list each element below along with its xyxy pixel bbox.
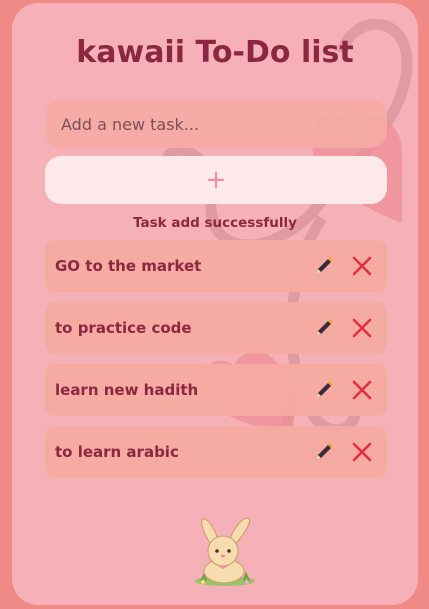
close-x-icon[interactable] xyxy=(351,317,373,339)
task-text: to practice code xyxy=(55,319,192,337)
task-text: to learn arabic xyxy=(55,443,179,461)
task-text: learn new hadith xyxy=(55,381,199,399)
task-item: to practice code xyxy=(45,302,387,354)
pen-icon[interactable] xyxy=(313,379,335,401)
bunny-icon xyxy=(195,517,255,586)
task-text: GO to the market xyxy=(55,257,202,275)
pen-icon[interactable] xyxy=(313,255,335,277)
close-x-icon[interactable] xyxy=(351,441,373,463)
task-item: GO to the market xyxy=(45,240,387,292)
todo-card: kawaii To-Do list + Task add successfull… xyxy=(12,3,418,605)
task-list: GO to the market to practice code learn … xyxy=(45,240,387,488)
add-task-button[interactable]: + xyxy=(45,156,387,204)
close-x-icon[interactable] xyxy=(351,255,373,277)
status-message: Task add successfully xyxy=(133,215,297,231)
close-x-icon[interactable] xyxy=(351,379,373,401)
pen-icon[interactable] xyxy=(313,441,335,463)
page-title: kawaii To-Do list xyxy=(76,35,354,70)
new-task-input[interactable] xyxy=(45,100,387,148)
pen-icon[interactable] xyxy=(313,317,335,339)
task-item: learn new hadith xyxy=(45,364,387,416)
task-item: to learn arabic xyxy=(45,426,387,478)
